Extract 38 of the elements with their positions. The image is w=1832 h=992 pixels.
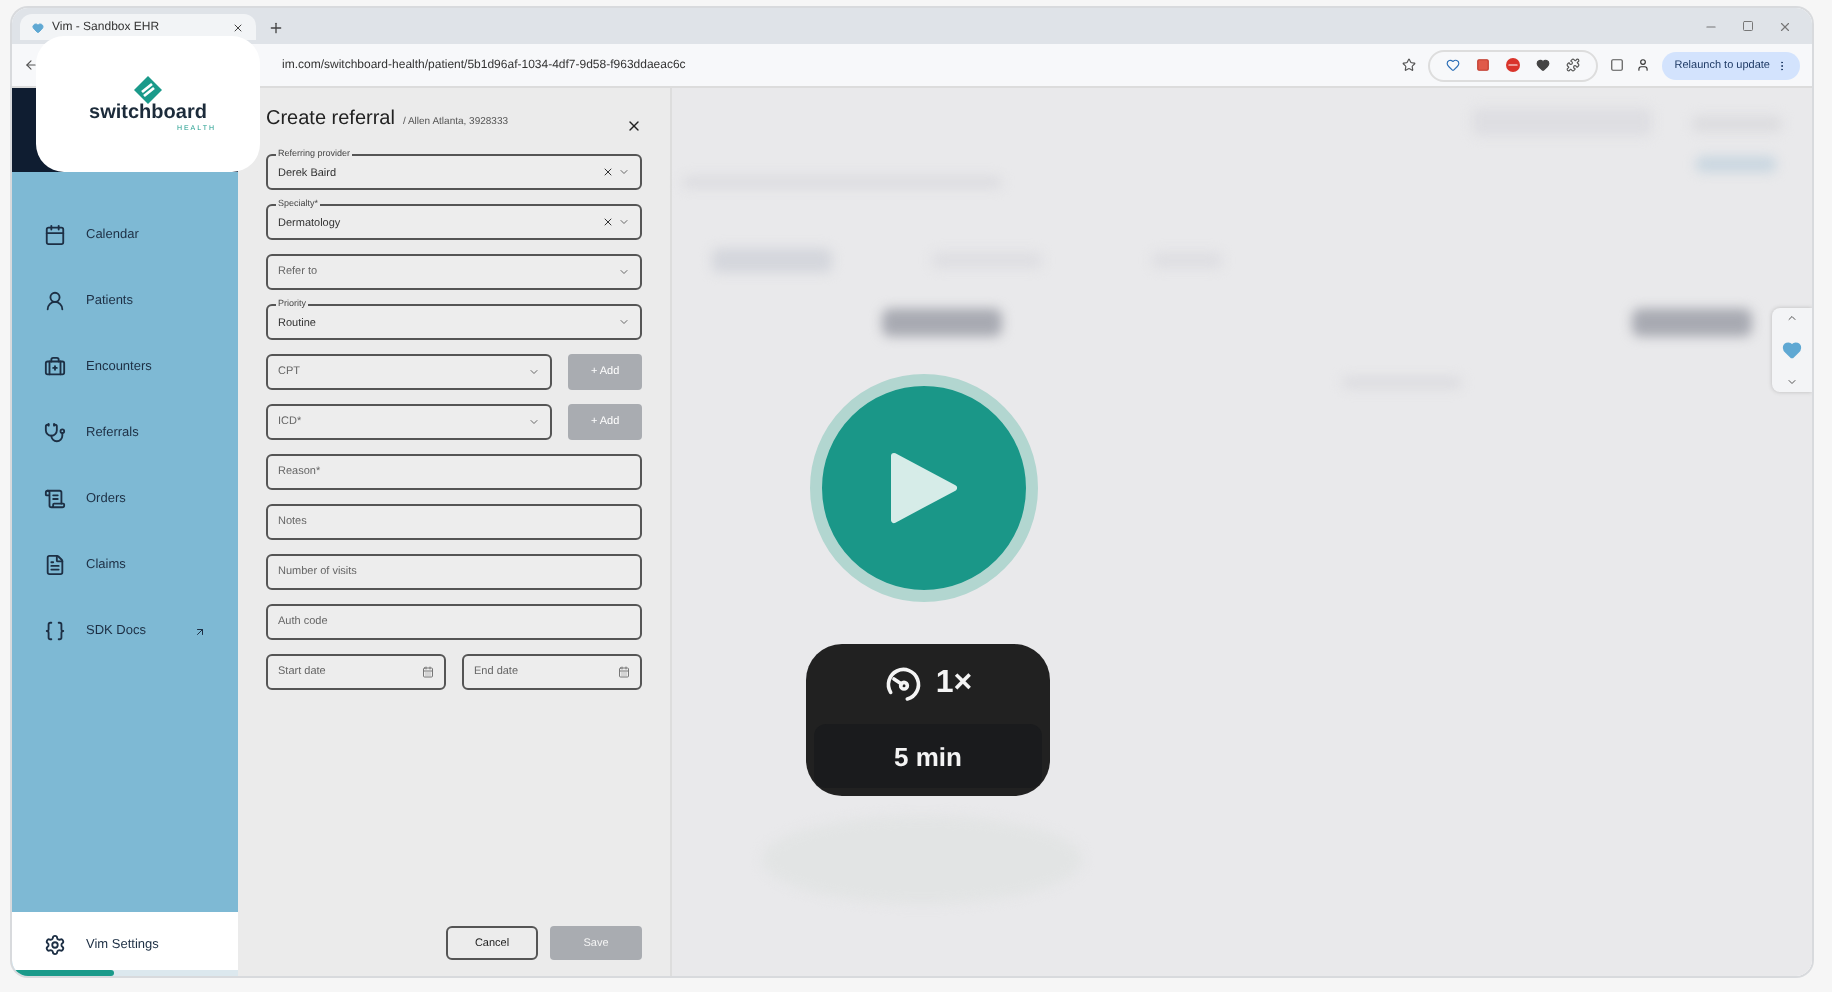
heart-icon: [1782, 340, 1802, 360]
calendar-icon: [618, 666, 630, 678]
play-icon: [890, 450, 958, 526]
stop-icon[interactable]: [1506, 58, 1521, 72]
nav-icon: [44, 620, 66, 642]
speed-icon: [883, 664, 924, 704]
chevron-down-icon: [618, 216, 630, 228]
nav-icon: [44, 290, 66, 312]
panel-title: Create referral: [266, 108, 395, 130]
chevron-down-icon: [618, 316, 630, 328]
nav-icon: [44, 356, 66, 378]
nav-icon: [44, 554, 66, 576]
maximize-icon[interactable]: [1742, 20, 1754, 32]
video-duration: 5 min: [814, 724, 1042, 788]
logo-icon: [134, 76, 162, 104]
playback-speed[interactable]: 1×: [935, 666, 973, 702]
puzzle-icon[interactable]: [1566, 58, 1581, 72]
nav-icon: [44, 224, 66, 246]
clear-icon[interactable]: [602, 166, 614, 178]
close-button[interactable]: [626, 118, 642, 134]
sidebar-icon[interactable]: [1610, 58, 1625, 72]
heart-icon[interactable]: [1536, 58, 1551, 72]
nav-icon: [44, 488, 66, 510]
profile-icon[interactable]: [1636, 58, 1651, 72]
chevron-down-icon: [618, 166, 630, 178]
chevron-down-icon: [528, 416, 541, 428]
settings-icon: [44, 933, 66, 955]
chevron-down-icon: [618, 266, 630, 278]
logo-name: switchboard: [89, 104, 207, 124]
new-tab-icon[interactable]: [268, 20, 284, 36]
star-icon[interactable]: [1402, 58, 1417, 72]
calendar-icon: [422, 666, 434, 678]
clear-icon[interactable]: [602, 216, 614, 228]
close-icon[interactable]: [232, 21, 244, 33]
nav-icon: [44, 422, 66, 444]
back-icon[interactable]: [24, 58, 38, 72]
heart-icon: [32, 21, 44, 33]
chevron-down-icon: [528, 366, 541, 378]
